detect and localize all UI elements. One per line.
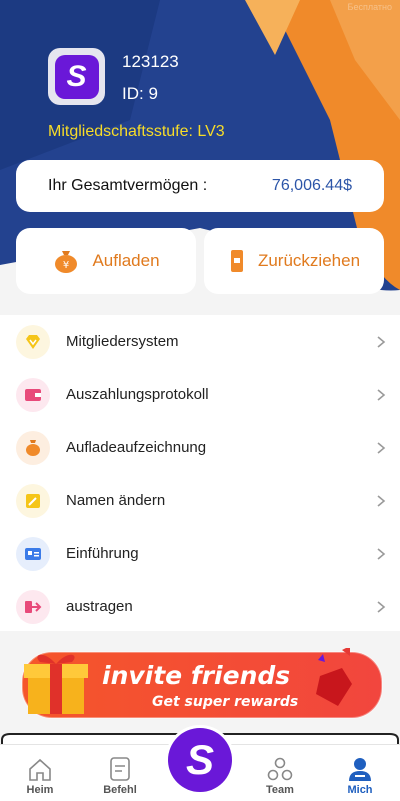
- money-bag-icon: [16, 430, 50, 465]
- recharge-label: Aufladen: [92, 251, 160, 270]
- tab-me[interactable]: Mich: [320, 745, 400, 801]
- menu-item-membership[interactable]: Mitgliedersystem: [0, 315, 400, 368]
- watermark-text: Бесплатно: [347, 2, 392, 12]
- banner-title: invite friends: [102, 661, 290, 690]
- wallet-icon: [16, 377, 50, 412]
- document-icon: [110, 757, 130, 781]
- banner-subtitle: Get super rewards: [152, 694, 298, 710]
- membership-level: Mitgliedschaftsstufe: LV3: [48, 123, 225, 140]
- tab-label: Mich: [347, 784, 373, 796]
- diamond-icon: [16, 324, 50, 359]
- tab-label: Befehl: [103, 784, 137, 796]
- tab-home[interactable]: Heim: [0, 745, 80, 801]
- user-icon: [349, 758, 371, 781]
- tab-label: Heim: [26, 784, 54, 796]
- menu-item-label: austragen: [66, 598, 133, 615]
- svg-text:¥: ¥: [63, 260, 69, 271]
- invite-banner[interactable]: invite friends Get super rewards: [20, 648, 384, 722]
- tab-team[interactable]: Team: [240, 745, 320, 801]
- menu-item-recharge-log[interactable]: Aufladeaufzeichnung: [0, 421, 400, 474]
- edit-icon: [16, 483, 50, 518]
- avatar-letter: S: [54, 54, 99, 99]
- tab-orders[interactable]: Befehl: [80, 745, 160, 801]
- total-assets-card: Ihr Gesamtvermögen : 76,006.44$: [16, 160, 384, 212]
- withdraw-button[interactable]: Zurückziehen: [204, 228, 384, 294]
- center-logo-button[interactable]: S: [168, 728, 232, 792]
- logout-icon: [16, 589, 50, 624]
- chevron-right-icon: [377, 335, 386, 348]
- menu-item-label: Mitgliedersystem: [66, 333, 179, 350]
- chevron-right-icon: [377, 494, 386, 507]
- recharge-button[interactable]: ¥ Aufladen: [16, 228, 196, 294]
- menu-item-logout[interactable]: austragen: [0, 580, 400, 633]
- id-card-icon: [16, 536, 50, 571]
- menu-item-label: Auszahlungsprotokoll: [66, 386, 209, 403]
- menu-item-label: Namen ändern: [66, 492, 166, 509]
- menu-item-introduction[interactable]: Einführung: [0, 527, 400, 580]
- username: 123123: [122, 52, 179, 71]
- withdraw-label: Zurückziehen: [257, 251, 361, 270]
- withdraw-card-icon: [230, 250, 243, 272]
- money-bag-icon: ¥: [55, 251, 78, 273]
- team-icon: [267, 757, 293, 781]
- center-logo-letter: S: [185, 736, 214, 783]
- chevron-right-icon: [377, 600, 386, 613]
- chevron-right-icon: [377, 547, 386, 560]
- user-id: ID: 9: [122, 84, 158, 103]
- home-icon: [29, 758, 51, 781]
- menu-item-change-name[interactable]: Namen ändern: [0, 474, 400, 527]
- tab-label: Team: [266, 784, 294, 796]
- settings-menu: Mitgliedersystem Auszahlungsprotokoll Au…: [0, 315, 400, 631]
- chevron-right-icon: [377, 441, 386, 454]
- avatar[interactable]: S: [48, 48, 105, 105]
- chevron-right-icon: [377, 388, 386, 401]
- profile-header: Бесплатно S 123123 ID: 9 Mitgliedschafts…: [0, 0, 400, 315]
- total-assets-label: Ihr Gesamtvermögen :: [48, 177, 208, 194]
- menu-item-label: Aufladeaufzeichnung: [66, 439, 207, 456]
- total-assets-value: 76,006.44$: [271, 177, 352, 194]
- menu-item-label: Einführung: [66, 545, 139, 562]
- menu-item-withdraw-log[interactable]: Auszahlungsprotokoll: [0, 368, 400, 421]
